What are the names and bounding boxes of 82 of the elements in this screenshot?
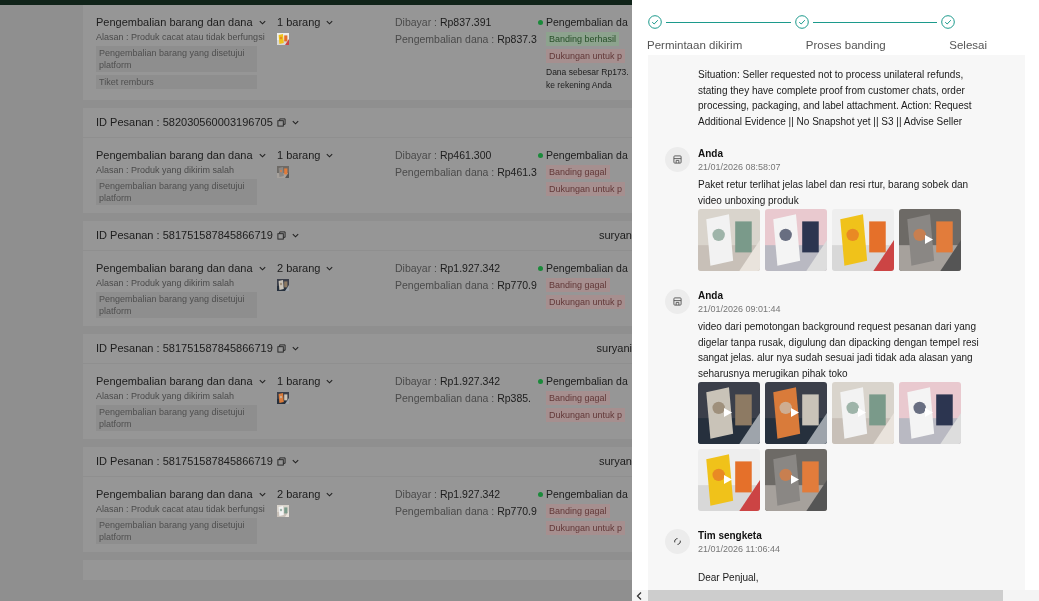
step-label: Permintaan dikirim <box>647 38 743 53</box>
buyer-name: suryan <box>598 454 632 470</box>
status-badge: Dukungan untuk p <box>546 408 626 422</box>
return-status: Pengembalian da <box>546 374 628 388</box>
status-badge: Dukungan untuk p <box>546 521 626 535</box>
store-icon <box>673 155 682 164</box>
return-type: Pengembalian barang dan dana <box>96 374 253 388</box>
message-text: Dear Penjual, <box>698 571 760 585</box>
order-id: ID Pesanan : 582030560003196705 <box>96 115 273 131</box>
horizontal-scrollbar[interactable] <box>648 590 1003 601</box>
return-reason: Alasan : Produk yang dikirim salah <box>96 390 235 402</box>
refund-amount: Pengembalian dana : Rp837.3 <box>395 32 537 46</box>
status-tag: Tiket remburs <box>96 75 257 89</box>
status-badge: Banding berhasil <box>546 32 620 46</box>
return-reason: Alasan : Produk cacat atau tidak berfungsi <box>96 503 265 515</box>
author-name: Anda <box>698 289 724 303</box>
return-reason: Alasan : Produk yang dikirim salah <box>96 164 235 176</box>
order-id: ID Pesanan : 581751587845866719 <box>96 454 273 470</box>
item-count: 2 barang <box>277 487 321 501</box>
paid-amount: Dibayar : Rp1.927.342 <box>395 261 501 275</box>
step-label: Proses banding <box>805 38 886 53</box>
status-badge: Dukungan untuk p <box>546 49 626 63</box>
refund-amount: Pengembalian dana : Rp770.9 <box>395 278 537 292</box>
return-status: Pengembalian da <box>546 487 628 501</box>
play-icon <box>858 408 866 417</box>
status-badge: Banding gagal <box>546 391 610 405</box>
refund-note: Dana sebesar Rp173. ke rekening Anda <box>546 66 629 92</box>
chevron-down-icon[interactable] <box>290 344 300 353</box>
step-label: Selesai <box>949 38 987 53</box>
copy-icon[interactable] <box>276 344 286 353</box>
refund-amount: Pengembalian dana : Rp385. <box>395 391 532 405</box>
refund-amount: Pengembalian dana : Rp770.9 <box>395 504 537 518</box>
chevron-down-icon[interactable] <box>290 118 300 127</box>
copy-icon[interactable] <box>276 231 286 240</box>
return-reason: Alasan : Produk yang dikirim salah <box>96 277 235 289</box>
paid-amount: Dibayar : Rp1.927.342 <box>395 487 501 501</box>
status-badge: Banding gagal <box>546 278 610 292</box>
timestamp: 21/01/2026 09:01:44 <box>698 303 782 316</box>
return-status: Pengembalian da <box>546 15 628 29</box>
message-text: video dari pemotongan background request pesanan dari yang digelar tanpa rusak, digulung dan dipacking dengan tempel resi sangat jelas. alur nya sudah sesuai jadi tidak ada alasan yang seharusnya merugikan pihak toko <box>698 320 980 381</box>
item-count: 1 barang <box>277 374 321 388</box>
status-badge: Banding gagal <box>546 165 610 179</box>
item-count: 1 barang <box>277 15 321 29</box>
order-id: ID Pesanan : 581751587845866719 <box>96 228 273 244</box>
item-count: 2 barang <box>277 261 321 275</box>
timestamp: 21/01/2026 08:58:07 <box>698 161 782 174</box>
order-id: ID Pesanan : 581751587845866719 <box>96 341 273 357</box>
refresh-icon <box>673 537 682 546</box>
return-reason: Alasan : Produk cacat atau tidak berfungsi <box>96 31 265 43</box>
play-icon <box>791 408 799 417</box>
return-type: Pengembalian barang dan dana <box>96 487 253 501</box>
chevron-down-icon[interactable] <box>290 457 300 466</box>
copy-icon[interactable] <box>276 118 286 127</box>
paid-amount: Dibayar : Rp461.300 <box>395 148 492 162</box>
play-icon <box>791 475 799 484</box>
play-icon <box>925 408 933 417</box>
status-badge: Banding gagal <box>546 504 610 518</box>
paid-amount: Dibayar : Rp837.391 <box>395 15 492 29</box>
return-type: Pengembalian barang dan dana <box>96 261 253 275</box>
copy-icon[interactable] <box>276 457 286 466</box>
status-badge: Dukungan untuk p <box>546 182 626 196</box>
author-name: Tim sengketa <box>698 529 763 543</box>
timestamp: 21/01/2026 11:06:44 <box>698 543 781 556</box>
return-type: Pengembalian barang dan dana <box>96 148 253 162</box>
return-status: Pengembalian da <box>546 261 628 275</box>
buyer-name: suryan <box>598 228 632 244</box>
message-text: Paket retur terlihat jelas label dan resi rtur, barang sobek dan video unboxing produk <box>698 178 970 208</box>
item-count: 1 barang <box>277 148 321 162</box>
store-icon <box>673 297 682 306</box>
paid-amount: Dibayar : Rp1.927.342 <box>395 374 501 388</box>
play-icon <box>724 408 732 417</box>
return-type: Pengembalian barang dan dana <box>96 15 253 29</box>
return-status: Pengembalian da <box>546 148 628 162</box>
scroll-left-icon[interactable] <box>636 591 642 600</box>
play-icon <box>925 235 933 244</box>
message-text: Situation: Seller requested not to process unilateral refunds, stating they have complete proof from customer chats, order processing, packaging, and label attachment. Action: Request Additional Evidence || No Snapshot yet || S3 || Advise Seller <box>698 68 973 129</box>
play-icon <box>724 475 732 484</box>
status-badge: Dukungan untuk p <box>546 295 626 309</box>
refund-amount: Pengembalian dana : Rp461.3 <box>395 165 537 179</box>
chevron-down-icon[interactable] <box>290 231 300 240</box>
buyer-name: suryani <box>596 341 632 357</box>
author-name: Anda <box>698 147 724 161</box>
